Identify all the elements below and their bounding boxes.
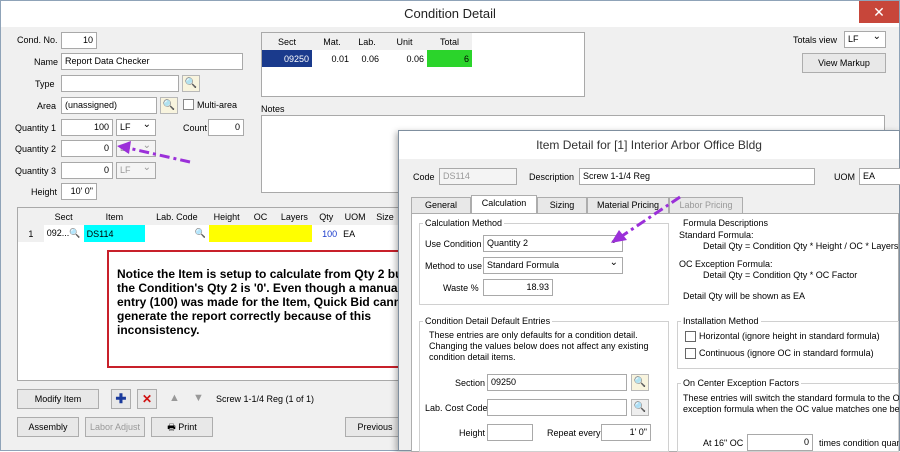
arrow-to-qty2 [117,141,191,164]
arrow-to-use-condition [611,195,681,243]
annotation-arrows [117,141,681,243]
